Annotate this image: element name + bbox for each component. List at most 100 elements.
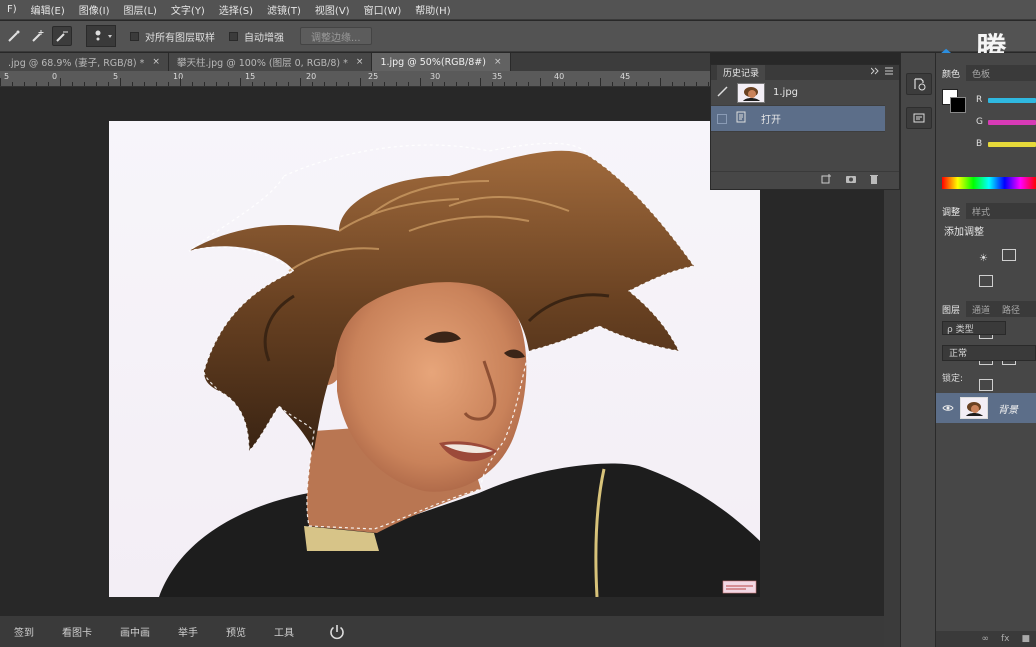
ruler-tick [288, 82, 289, 86]
menu-view[interactable]: 视图(V) [308, 2, 357, 17]
history-panel-title[interactable]: 历史记录 [717, 65, 766, 80]
menu-window[interactable]: 窗口(W) [357, 2, 409, 17]
menu-bar: F) 编辑(E) 图像(I) 图层(L) 文字(Y) 选择(S) 滤镜(T) 视… [0, 0, 1036, 20]
tab-layers[interactable]: 图层 [936, 301, 967, 317]
quick-selection-subtract-icon[interactable] [52, 26, 72, 46]
ruler-tick [588, 82, 589, 86]
document-tabs: .jpg @ 68.9% (妻子, RGB/8) * × 攀天柱.jpg @ 1… [0, 53, 710, 71]
history-panel-header: 历史记录 [711, 65, 899, 80]
ruler-tick [264, 82, 265, 86]
picture-in-picture-button[interactable]: 画中画 [106, 624, 164, 639]
blue-slider-bar[interactable] [988, 141, 1036, 147]
preview-button[interactable]: 预览 [212, 624, 260, 639]
ruler-tick [708, 82, 709, 86]
ruler-tick [600, 78, 601, 86]
history-step-open[interactable]: 打开 [711, 106, 885, 132]
menu-type[interactable]: 文字(Y) [164, 2, 212, 17]
view-card-button[interactable]: 看图卡 [48, 624, 106, 639]
raise-hand-button[interactable]: 举手 [164, 624, 212, 639]
panel-menu-icon[interactable] [870, 67, 893, 78]
ruler-tick [540, 78, 541, 86]
tab-1-jpg[interactable]: 1.jpg @ 50%(RGB/8#) × [372, 53, 511, 71]
right-panels: 颜色 色板 R G B 调整 样式 添加调整 ☀ 图层 通道 路径 ρ 类型 正… [936, 53, 1036, 647]
tab-adjustments[interactable]: 调整 [936, 203, 967, 219]
tab-label: .jpg @ 68.9% (妻子, RGB/8) * [8, 58, 145, 69]
tab-color[interactable]: 颜色 [936, 65, 967, 81]
trash-icon[interactable] [869, 174, 879, 187]
layer-thumbnail [960, 397, 988, 419]
auto-enhance-checkbox[interactable] [229, 31, 238, 41]
step-checkbox[interactable] [717, 113, 727, 124]
ruler-tick [312, 82, 313, 86]
threshold-icon[interactable] [979, 379, 993, 391]
layer-row-background[interactable]: 背景 [936, 393, 1036, 423]
power-icon[interactable] [328, 623, 346, 641]
ruler-tick [384, 82, 385, 86]
menu-help[interactable]: 帮助(H) [408, 2, 457, 17]
menu-layer[interactable]: 图层(L) [117, 2, 164, 17]
red-slider[interactable]: R [936, 89, 1036, 111]
properties-panel-icon[interactable] [906, 107, 932, 129]
ruler-tick [624, 82, 625, 86]
tab-wife-jpg[interactable]: .jpg @ 68.9% (妻子, RGB/8) * × [0, 53, 169, 71]
blue-slider[interactable]: B [936, 133, 1036, 155]
brush-size-picker[interactable] [86, 25, 116, 47]
layer-mask-icon[interactable]: ■ [1021, 634, 1030, 644]
brightness-icon[interactable]: ☀ [979, 246, 993, 264]
tab-styles[interactable]: 样式 [966, 205, 996, 218]
ruler-tick [504, 82, 505, 86]
tab-paths[interactable]: 路径 [996, 303, 1026, 316]
ruler-tick [108, 82, 109, 86]
camera-icon[interactable] [845, 174, 857, 187]
tab-swatches[interactable]: 色板 [966, 67, 996, 80]
ruler-tick [336, 82, 337, 86]
ruler-tick [432, 82, 433, 86]
adjustments-panel-tabs: 调整 样式 [936, 203, 1036, 219]
red-slider-bar[interactable] [988, 97, 1036, 103]
document-image[interactable] [109, 121, 760, 597]
ruler-tick [252, 82, 253, 86]
ruler-tick [528, 82, 529, 86]
ruler-tick [168, 82, 169, 86]
ruler-tick [576, 82, 577, 86]
menu-select[interactable]: 选择(S) [212, 2, 260, 17]
color-spectrum-bar[interactable] [942, 177, 1036, 189]
layer-kind-filter[interactable]: ρ 类型 [942, 321, 1006, 335]
blend-mode-select[interactable]: 正常 [942, 345, 1036, 361]
levels-icon[interactable] [1002, 249, 1017, 261]
ruler-tick [12, 82, 13, 86]
menu-edit[interactable]: 编辑(E) [24, 2, 72, 17]
quick-selection-add-icon[interactable] [28, 26, 48, 46]
link-layers-icon[interactable]: ∞ [981, 634, 989, 644]
layers-panel-tabs: 图层 通道 路径 [936, 301, 1036, 317]
menu-image[interactable]: 图像(I) [72, 2, 117, 17]
curves-icon[interactable] [979, 275, 993, 287]
layer-style-icon[interactable]: fx [1001, 634, 1010, 644]
sample-all-layers-option[interactable]: 对所有图层取样 [130, 29, 215, 44]
ruler-tick [60, 78, 61, 86]
close-icon[interactable]: × [356, 57, 364, 67]
tab-pillar-jpg[interactable]: 攀天柱.jpg @ 100% (图层 0, RGB/8) * × [168, 53, 373, 71]
close-icon[interactable]: × [494, 57, 502, 67]
ruler-tick [132, 82, 133, 86]
new-document-from-state-icon[interactable] [821, 174, 833, 187]
ruler-tick [396, 82, 397, 86]
menu-filter[interactable]: 滤镜(T) [260, 2, 308, 17]
green-slider[interactable]: G [936, 111, 1036, 133]
signin-button[interactable]: 签到 [0, 624, 48, 639]
green-slider-bar[interactable] [988, 119, 1036, 125]
history-snapshot-row[interactable]: 1.jpg [711, 80, 885, 106]
tab-channels[interactable]: 通道 [966, 303, 996, 316]
refine-edge-button[interactable]: 调整边缘... [300, 27, 372, 45]
history-panel-icon[interactable] [906, 73, 932, 95]
ruler-tick [684, 82, 685, 86]
menu-file[interactable]: F) [0, 4, 24, 15]
quick-selection-new-icon[interactable] [4, 26, 24, 46]
eye-icon[interactable] [936, 404, 960, 412]
close-icon[interactable]: × [152, 57, 160, 67]
ruler-label: 10 [173, 72, 184, 81]
tools-button[interactable]: 工具 [260, 624, 308, 639]
sample-all-layers-checkbox[interactable] [130, 31, 139, 41]
brush-source-icon[interactable] [717, 85, 733, 100]
auto-enhance-option[interactable]: 自动增强 [229, 29, 284, 44]
